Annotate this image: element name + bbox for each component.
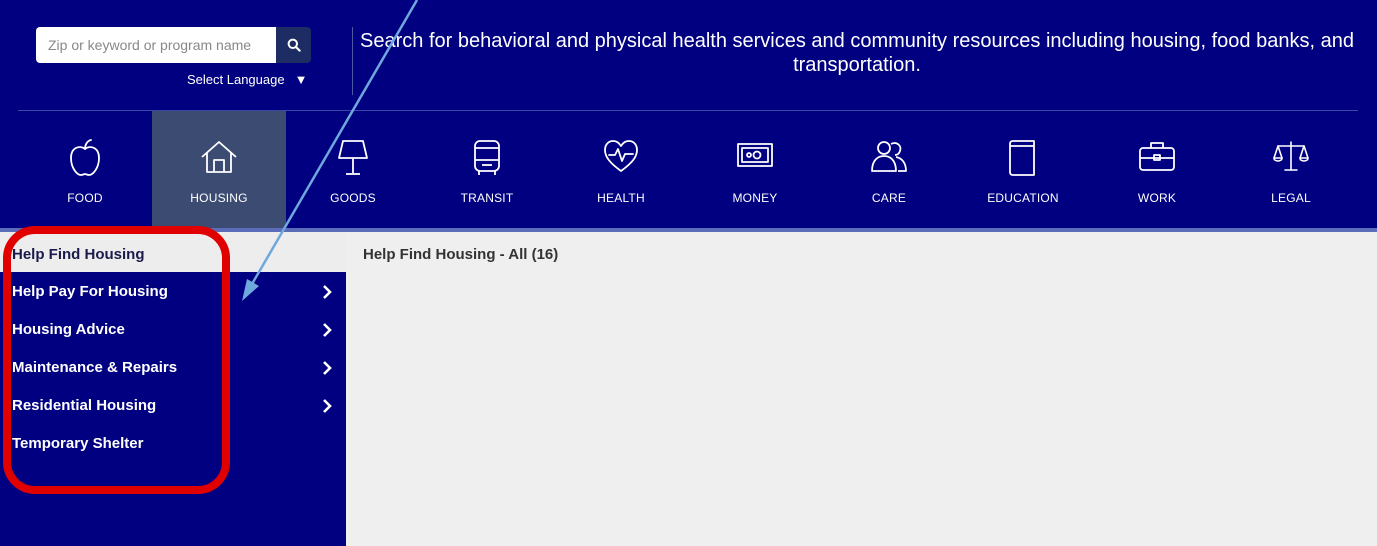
- results-title: Help Find Housing - All (16): [363, 246, 559, 263]
- money-icon: [737, 143, 773, 167]
- results-panel: Help Find Housing - All (16): [346, 232, 1377, 546]
- sidebar-item-label: Housing Advice: [12, 321, 125, 338]
- category-label: LEGAL: [1271, 191, 1311, 205]
- book-icon: [1009, 140, 1035, 176]
- sidebar-heading-label: Help Find Housing: [12, 246, 145, 263]
- category-work[interactable]: WORK: [1090, 111, 1224, 228]
- category-label: HOUSING: [190, 191, 248, 205]
- sidebar-item-label: Residential Housing: [12, 397, 157, 414]
- category-label: TRANSIT: [460, 191, 514, 205]
- category-label: CARE: [871, 191, 907, 205]
- sidebar-item-temporary-shelter[interactable]: Temporary Shelter: [0, 424, 346, 462]
- category-legal[interactable]: LEGAL: [1224, 111, 1358, 228]
- category-label: WORK: [1137, 191, 1177, 205]
- search-input[interactable]: [36, 27, 276, 63]
- sidebar-item-residential-housing[interactable]: Residential Housing: [0, 386, 346, 424]
- search-icon: [287, 38, 301, 52]
- heart-pulse-icon: [604, 140, 638, 172]
- bus-icon: [474, 140, 500, 175]
- category-label: GOODS: [330, 191, 376, 205]
- category-care[interactable]: CARE: [822, 111, 956, 228]
- sidebar: Help Find Housing Help Pay For Housing H…: [0, 232, 346, 546]
- category-label: EDUCATION: [987, 191, 1059, 205]
- briefcase-icon: [1139, 142, 1175, 171]
- chevron-right-icon: [323, 361, 332, 375]
- category-money[interactable]: MONEY: [688, 111, 822, 228]
- sidebar-item-label: Temporary Shelter: [12, 435, 144, 452]
- search-button[interactable]: [276, 27, 311, 63]
- apple-icon: [70, 139, 100, 176]
- scales-icon: [1273, 141, 1309, 171]
- sidebar-item-maintenance-repairs[interactable]: Maintenance & Repairs: [0, 348, 346, 386]
- category-housing[interactable]: HOUSING: [152, 111, 286, 228]
- header-divider: [352, 27, 353, 95]
- category-label: HEALTH: [597, 191, 645, 205]
- category-nav: FOOD HOUSING GOODS TRANSIT HEALTH MONEY …: [18, 111, 1358, 228]
- select-language-label: Select Language: [187, 72, 285, 87]
- category-transit[interactable]: TRANSIT: [420, 111, 554, 228]
- site-header: Select Language ▼ Search for behavioral …: [0, 0, 1377, 230]
- caret-down-icon: ▼: [294, 72, 308, 87]
- sidebar-item-label: Maintenance & Repairs: [12, 359, 178, 376]
- sidebar-item-label: Help Pay For Housing: [12, 283, 168, 300]
- category-health[interactable]: HEALTH: [554, 111, 688, 228]
- house-icon: [201, 141, 237, 173]
- category-goods[interactable]: GOODS: [286, 111, 420, 228]
- chevron-right-icon: [323, 399, 332, 413]
- select-language[interactable]: Select Language ▼: [187, 72, 307, 87]
- chevron-right-icon: [323, 285, 332, 299]
- category-label: FOOD: [67, 191, 103, 205]
- people-icon: [871, 141, 907, 172]
- lamp-icon: [338, 140, 368, 175]
- search-box: [36, 27, 311, 63]
- category-label: MONEY: [732, 191, 778, 205]
- sidebar-heading[interactable]: Help Find Housing: [0, 232, 346, 272]
- sidebar-item-housing-advice[interactable]: Housing Advice: [0, 310, 346, 348]
- category-food[interactable]: FOOD: [18, 111, 152, 228]
- sidebar-item-help-pay-for-housing[interactable]: Help Pay For Housing: [0, 272, 346, 310]
- category-education[interactable]: EDUCATION: [956, 111, 1090, 228]
- header-tagline: Search for behavioral and physical healt…: [360, 30, 1354, 76]
- chevron-right-icon: [323, 323, 332, 337]
